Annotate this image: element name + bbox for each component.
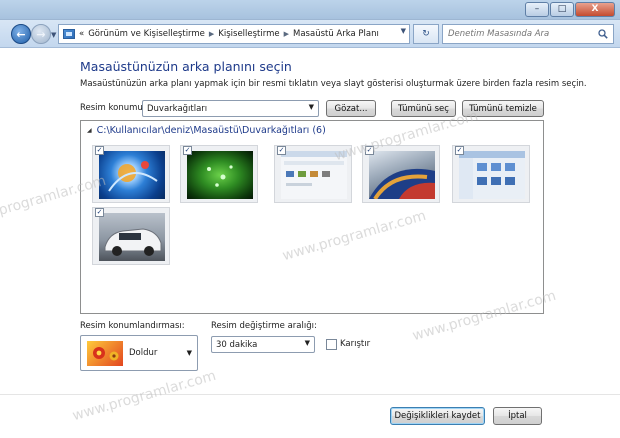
shuffle-label[interactable]: Karıştır — [340, 339, 370, 349]
position-value: Doldur — [129, 348, 158, 358]
location-select[interactable]: Duvarkağıtları ▼ — [142, 100, 319, 117]
location-value: Duvarkağıtları — [147, 103, 208, 114]
back-button[interactable]: ← — [11, 24, 31, 44]
desktop-screenshot-image — [281, 151, 347, 199]
content-area: Masaüstünüzün arka planını seçin Masaüst… — [0, 48, 620, 438]
flower-preview-image — [87, 341, 123, 366]
wallpaper-thumbnail[interactable]: ✓ — [92, 207, 170, 265]
control-panel-icon — [63, 29, 75, 39]
navigation-bar: ← → ▼ « Görünüm ve Kişiselleştirme ▶ Kiş… — [0, 20, 620, 48]
clear-all-button[interactable]: Tümünü temizle — [462, 100, 544, 117]
select-checkbox[interactable]: ✓ — [183, 146, 192, 155]
refresh-icon: ↻ — [422, 29, 430, 39]
explorer-screenshot-image — [459, 151, 525, 199]
breadcrumb-item-personalization[interactable]: Kişiselleştirme — [218, 29, 279, 39]
search-input[interactable] — [448, 29, 588, 39]
refresh-button[interactable]: ↻ — [413, 24, 439, 44]
chevron-down-icon: ▼ — [304, 339, 310, 347]
wallpaper-gallery[interactable]: ◢ C:\Kullanıcılar\deniz\Masaüstü\Duvarka… — [80, 120, 544, 314]
blue-abstract-image — [99, 151, 165, 199]
window-controls: – □ X — [525, 2, 615, 17]
wallpaper-thumbnail[interactable]: ✓ — [180, 145, 258, 203]
location-label: Resim konumu: — [80, 103, 146, 113]
interval-label: Resim değiştirme aralığı: — [211, 321, 317, 331]
maximize-button[interactable]: □ — [550, 2, 574, 17]
chevron-down-icon: ▼ — [308, 103, 314, 111]
breadcrumb-overflow[interactable]: « — [79, 29, 84, 39]
cancel-button[interactable]: İptal — [493, 407, 542, 425]
select-all-button[interactable]: Tümünü seç — [391, 100, 456, 117]
breadcrumb-separator-icon[interactable]: ▶ — [209, 30, 214, 38]
forward-button[interactable]: → — [31, 24, 51, 44]
watermark: www.programlar.com — [70, 367, 218, 425]
breadcrumb-item-appearance[interactable]: Görünüm ve Kişiselleştirme — [88, 29, 205, 39]
select-checkbox[interactable]: ✓ — [455, 146, 464, 155]
page-title: Masaüstünüzün arka planını seçin — [80, 59, 292, 74]
car-fender-image — [369, 151, 435, 199]
minimize-button[interactable]: – — [525, 2, 549, 17]
select-checkbox[interactable]: ✓ — [95, 146, 104, 155]
position-select[interactable]: Doldur ▼ — [80, 335, 198, 371]
search-box[interactable] — [442, 24, 614, 44]
position-label: Resim konumlandırması: — [80, 321, 185, 331]
browse-button[interactable]: Gözat... — [326, 100, 376, 117]
shuffle-checkbox[interactable] — [326, 339, 337, 350]
select-checkbox[interactable]: ✓ — [95, 208, 104, 217]
folder-group-header[interactable]: ◢ C:\Kullanıcılar\deniz\Masaüstü\Duvarka… — [87, 125, 326, 136]
forward-arrow-icon: → — [36, 27, 46, 41]
folder-path: C:\Kullanıcılar\deniz\Masaüstü\Duvarkağı… — [96, 125, 326, 136]
address-bar[interactable]: « Görünüm ve Kişiselleştirme ▶ Kişiselle… — [58, 24, 410, 44]
green-leaf-image — [187, 151, 253, 199]
recent-pages-chevron-icon[interactable]: ▼ — [51, 31, 56, 39]
select-checkbox[interactable]: ✓ — [365, 146, 374, 155]
select-checkbox[interactable]: ✓ — [277, 146, 286, 155]
wallpaper-thumbnail[interactable]: ✓ — [274, 145, 352, 203]
close-button[interactable]: X — [575, 2, 615, 17]
interval-value: 30 dakika — [216, 339, 258, 350]
white-sports-car-image — [99, 213, 165, 261]
chevron-down-icon: ▼ — [186, 349, 192, 357]
search-icon[interactable] — [598, 29, 608, 39]
wallpaper-thumbnail[interactable]: ✓ — [362, 145, 440, 203]
breadcrumb-separator-icon[interactable]: ▶ — [284, 30, 289, 38]
interval-select[interactable]: 30 dakika ▼ — [211, 336, 315, 353]
save-changes-button[interactable]: Değişiklikleri kaydet — [390, 407, 485, 425]
breadcrumb-item-desktop-background[interactable]: Masaüstü Arka Planı — [293, 29, 379, 39]
wallpaper-thumbnail[interactable]: ✓ — [452, 145, 530, 203]
page-description: Masaüstünüzün arka planı yapmak için bir… — [80, 79, 587, 89]
wallpaper-thumbnail[interactable]: ✓ — [92, 145, 170, 203]
collapse-triangle-icon[interactable]: ◢ — [87, 127, 92, 134]
title-bar: – □ X — [0, 0, 620, 20]
divider — [0, 394, 620, 395]
address-dropdown-icon[interactable]: ▼ — [401, 27, 406, 35]
back-arrow-icon: ← — [16, 27, 26, 41]
